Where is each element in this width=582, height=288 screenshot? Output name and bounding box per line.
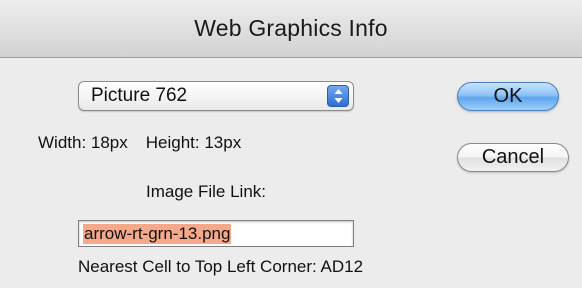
cancel-button-label: Cancel — [481, 146, 545, 168]
width-label: Width: 18px — [38, 133, 128, 152]
window-title: Web Graphics Info — [194, 15, 388, 41]
picture-popup-value: Picture 762 — [91, 85, 188, 106]
ok-button-label: OK — [493, 85, 523, 107]
image-file-link-value: arrow-rt-grn-13.png — [83, 224, 232, 244]
picture-popup-select[interactable]: Picture 762 — [78, 81, 354, 111]
nearest-cell-label: Nearest Cell to Top Left Corner: AD12 — [78, 257, 364, 276]
image-file-link-label: Image File Link: — [146, 182, 266, 201]
ok-button[interactable]: OK — [457, 82, 559, 111]
updown-chevron-icon[interactable] — [327, 85, 349, 107]
image-dimensions: Width: 18px Height: 13px — [38, 133, 241, 153]
cancel-button[interactable]: Cancel — [457, 143, 569, 172]
title-bar: Web Graphics Info — [0, 0, 582, 58]
image-file-link-field[interactable]: arrow-rt-grn-13.png — [78, 220, 354, 247]
height-label: Height: 13px — [145, 133, 242, 152]
